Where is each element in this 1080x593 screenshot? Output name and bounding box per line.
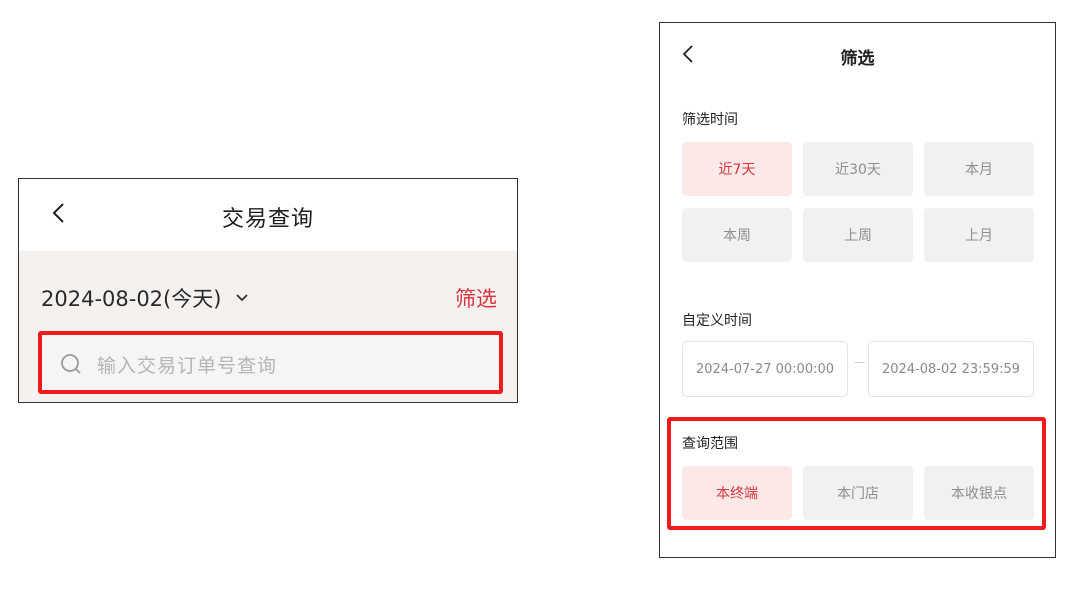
end-datetime-input[interactable]: 2024-08-02 23:59:59	[868, 341, 1034, 397]
start-datetime-input[interactable]: 2024-07-27 00:00:00	[682, 341, 848, 397]
chevron-down-icon	[236, 294, 249, 302]
page-title: 交易查询	[221, 207, 314, 232]
date-selector[interactable]: 2024-08-02(今天)	[41, 283, 249, 313]
page-title: 筛选	[840, 49, 875, 69]
custom-time-label: 自定义时间	[682, 313, 752, 329]
time-option-last-week[interactable]: 上周	[803, 208, 913, 262]
time-option-30days[interactable]: 近30天	[803, 142, 913, 196]
header: 交易查询	[19, 179, 517, 251]
filter-time-label: 筛选时间	[682, 112, 738, 128]
highlight-box-search	[38, 331, 503, 394]
range-separator	[855, 362, 865, 363]
highlight-box-scope	[667, 417, 1046, 530]
time-option-last-month[interactable]: 上月	[924, 208, 1034, 262]
time-option-this-month[interactable]: 本月	[924, 142, 1034, 196]
filter-link[interactable]: 筛选	[455, 283, 497, 313]
date-selector-value: 2024-08-02(今天)	[41, 287, 222, 311]
time-option-this-week[interactable]: 本周	[682, 208, 792, 262]
time-option-7days[interactable]: 近7天	[682, 142, 792, 196]
